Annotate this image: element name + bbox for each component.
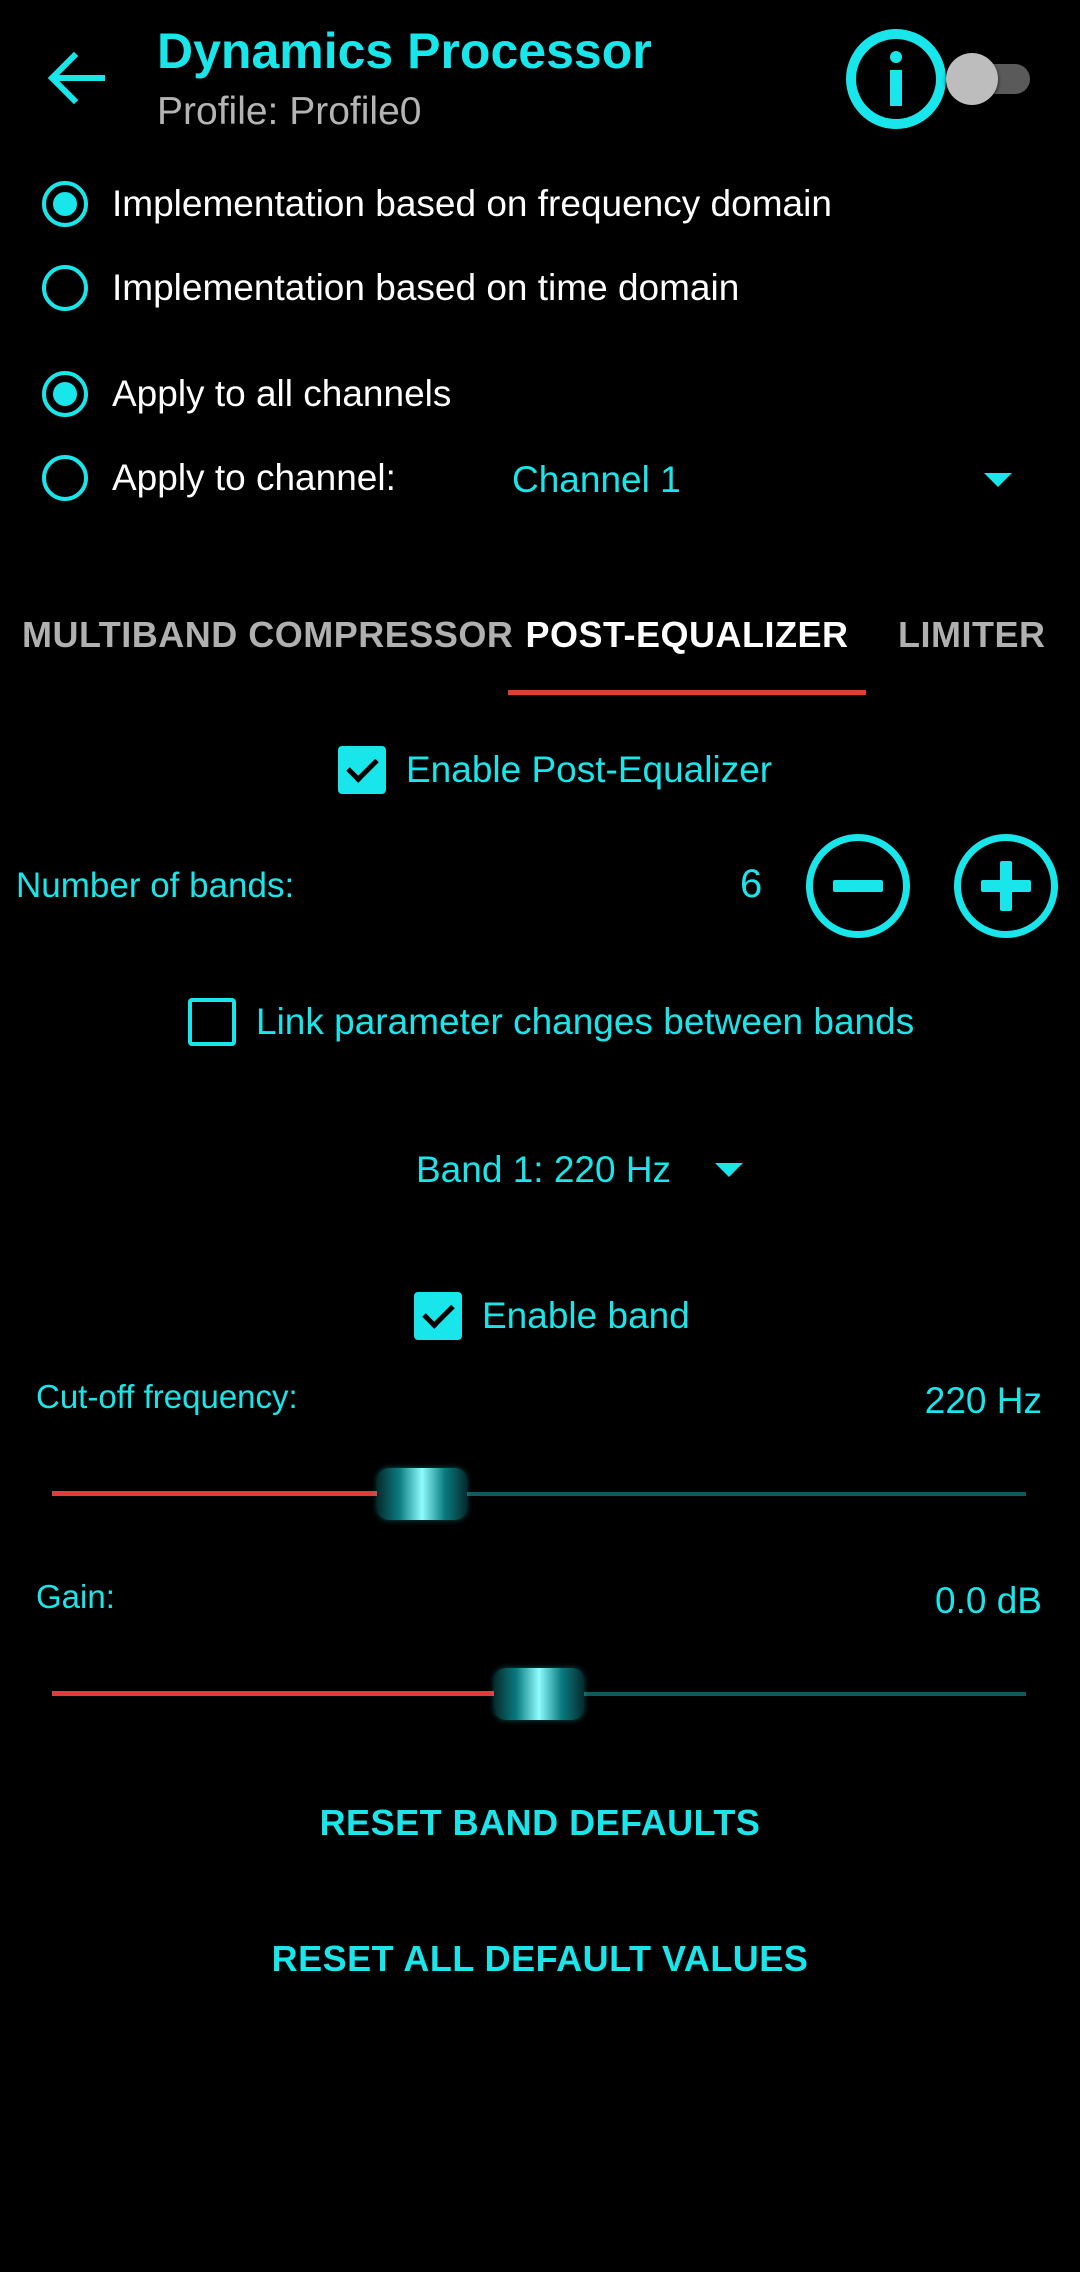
- tab-post-equalizer[interactable]: POST-EQUALIZER: [508, 600, 866, 670]
- tab-limiter[interactable]: LIMITER: [898, 600, 1045, 670]
- gain-slider[interactable]: [52, 1664, 1026, 1724]
- cutoff-slider[interactable]: [52, 1464, 1026, 1524]
- reset-all-defaults-button[interactable]: RESET ALL DEFAULT VALUES: [0, 1938, 1080, 1980]
- cutoff-label: Cut-off frequency:: [36, 1378, 298, 1415]
- decrease-bands-button[interactable]: [806, 834, 910, 938]
- radio-button[interactable]: [42, 265, 88, 311]
- enable-band-checkbox-row[interactable]: Enable band: [414, 1288, 690, 1344]
- slider-fill: [52, 1491, 423, 1496]
- toggle-thumb: [946, 53, 998, 105]
- page-title: Dynamics Processor: [157, 23, 652, 79]
- plus-icon-vertical: [1000, 861, 1012, 911]
- link-bands-checkbox[interactable]: [188, 998, 236, 1046]
- gain-value: 0.0 dB: [935, 1580, 1042, 1621]
- band-dropdown[interactable]: Band 1: 220 Hz: [416, 1142, 744, 1198]
- link-bands-checkbox-row[interactable]: Link parameter changes between bands: [188, 994, 914, 1050]
- gain-label: Gain:: [36, 1578, 115, 1615]
- band-dropdown-value: Band 1: 220 Hz: [416, 1149, 672, 1190]
- active-tab-indicator: [508, 690, 866, 695]
- dropdown-arrow-icon: [715, 1163, 744, 1177]
- minus-icon: [833, 880, 883, 892]
- radio-button-checked[interactable]: [42, 181, 88, 227]
- enable-post-eq-checkbox[interactable]: [338, 746, 386, 794]
- channel-dropdown[interactable]: Channel 1: [512, 452, 1012, 508]
- radio-label: Implementation based on frequency domain: [112, 183, 832, 224]
- profile-subtitle: Profile: Profile0: [157, 90, 422, 133]
- radio-button[interactable]: [42, 455, 88, 501]
- radio-label: Implementation based on time domain: [112, 267, 740, 308]
- bands-label: Number of bands:: [16, 866, 295, 905]
- reset-band-defaults-button[interactable]: RESET BAND DEFAULTS: [0, 1802, 1080, 1844]
- tab-multiband-compressor[interactable]: MULTIBAND COMPRESSOR: [22, 600, 513, 670]
- back-arrow-icon[interactable]: [40, 40, 110, 116]
- info-icon[interactable]: [838, 24, 954, 134]
- cutoff-value: 220 Hz: [924, 1380, 1042, 1421]
- channel-dropdown-value: Channel 1: [512, 459, 681, 500]
- radio-single-channel[interactable]: Apply to channel:: [42, 448, 396, 508]
- radio-time-domain[interactable]: Implementation based on time domain: [42, 258, 739, 318]
- slider-thumb[interactable]: [494, 1668, 584, 1720]
- slider-fill: [52, 1691, 539, 1696]
- link-bands-label: Link parameter changes between bands: [256, 1001, 915, 1042]
- radio-frequency-domain[interactable]: Implementation based on frequency domain: [42, 174, 832, 234]
- bands-value: 6: [740, 862, 763, 906]
- radio-label: Apply to all channels: [112, 373, 452, 414]
- dropdown-arrow-icon: [984, 473, 1012, 487]
- increase-bands-button[interactable]: [954, 834, 1058, 938]
- slider-thumb[interactable]: [377, 1468, 468, 1520]
- radio-label: Apply to channel:: [112, 457, 396, 498]
- radio-button-checked[interactable]: [42, 371, 88, 417]
- radio-all-channels[interactable]: Apply to all channels: [42, 364, 451, 424]
- effect-toggle-switch[interactable]: [946, 50, 1030, 106]
- enable-post-eq-label: Enable Post-Equalizer: [406, 749, 773, 790]
- enable-band-checkbox[interactable]: [414, 1292, 462, 1340]
- enable-post-eq-checkbox-row[interactable]: Enable Post-Equalizer: [338, 742, 772, 798]
- enable-band-label: Enable band: [482, 1295, 690, 1336]
